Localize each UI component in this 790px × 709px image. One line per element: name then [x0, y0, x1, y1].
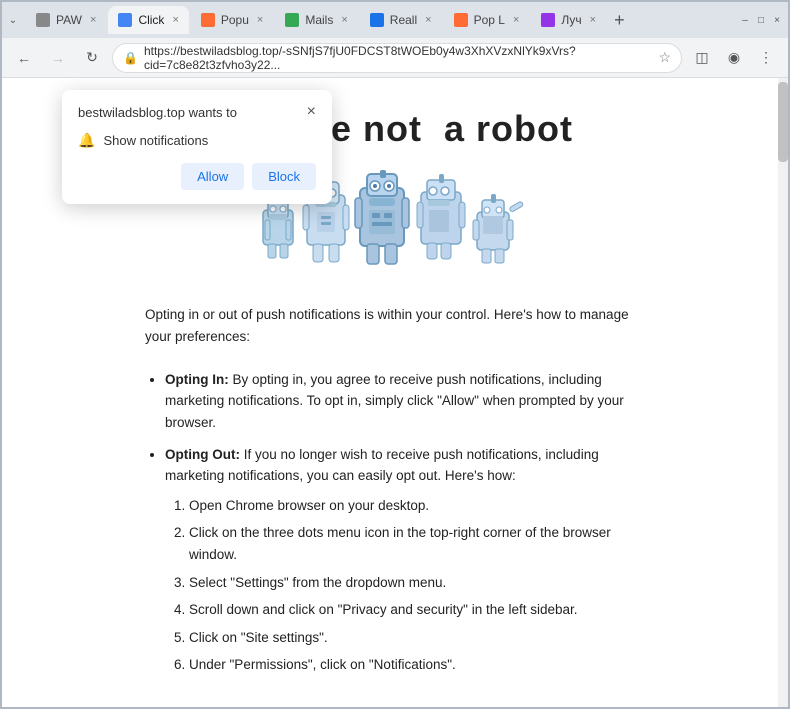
tab-favicon-luch — [541, 13, 555, 27]
tab-favicon-pop-l — [454, 13, 468, 27]
allow-button[interactable]: Allow — [181, 163, 244, 190]
tab-popu[interactable]: Popu × — [191, 6, 273, 34]
tab-reall[interactable]: Reall × — [360, 6, 442, 34]
step-1: Open Chrome browser on your desktop. — [189, 495, 645, 517]
back-button[interactable]: ← — [10, 44, 38, 72]
tab-close-popu[interactable]: × — [257, 14, 263, 26]
tab-favicon-mails — [285, 13, 299, 27]
tab-favicon-paw — [36, 13, 50, 27]
tab-close-pop-l[interactable]: × — [513, 14, 519, 26]
tab-label-paw: PAW — [56, 13, 82, 27]
popup-buttons: Allow Block — [78, 163, 316, 190]
close-window-button[interactable]: × — [770, 13, 784, 27]
tab-label-luch: Луч — [561, 13, 581, 27]
tab-label-mails: Mails — [305, 13, 333, 27]
tab-bar: ⌄ PAW × Click × Popu × Mails × Reall × — [2, 2, 788, 38]
opting-out-title: Opting Out: — [165, 447, 240, 462]
tab-mails[interactable]: Mails × — [275, 6, 357, 34]
tab-label-popu: Popu — [221, 13, 249, 27]
steps-list: Open Chrome browser on your desktop. Cli… — [165, 495, 645, 676]
toolbar: ← → ↻ 🔒 https://bestwiladsblog.top/-sSNf… — [2, 38, 788, 78]
lock-icon: 🔒 — [123, 51, 138, 65]
popup-close-button[interactable]: × — [307, 104, 316, 120]
minimize-button[interactable]: – — [738, 13, 752, 27]
tab-list-btn[interactable]: ⌄ — [6, 13, 20, 27]
step-6: Under "Permissions", click on "Notificat… — [189, 654, 645, 676]
tab-label-reall: Reall — [390, 13, 417, 27]
content-list: Opting In: By opting in, you agree to re… — [145, 369, 645, 676]
tab-click[interactable]: Click × — [108, 6, 188, 34]
tab-controls: ⌄ — [6, 13, 20, 27]
notification-label: Show notifications — [103, 133, 208, 148]
tab-favicon-click — [118, 13, 132, 27]
page-content: bestwiladsblog.top wants to × 🔔 Show not… — [2, 78, 788, 707]
intro-text: Opting in or out of push notifications i… — [145, 304, 645, 347]
tab-close-paw[interactable]: × — [90, 14, 96, 26]
bell-icon: 🔔 — [78, 132, 95, 149]
step-3: Select "Settings" from the dropdown menu… — [189, 572, 645, 594]
address-bar[interactable]: 🔒 https://bestwiladsblog.top/-sSNfjS7fjU… — [112, 43, 682, 73]
opting-out-item: Opting Out: If you no longer wish to rec… — [165, 444, 645, 676]
tab-close-reall[interactable]: × — [425, 14, 431, 26]
tab-label-click: Click — [138, 13, 164, 27]
bookmark-icon[interactable]: ☆ — [658, 49, 671, 66]
popup-notification-row: 🔔 Show notifications — [78, 132, 316, 149]
profile-button[interactable]: ◉ — [720, 44, 748, 72]
tab-paw[interactable]: PAW × — [26, 6, 106, 34]
tab-close-click[interactable]: × — [172, 14, 178, 26]
menu-button[interactable]: ⋮ — [752, 44, 780, 72]
opting-in-item: Opting In: By opting in, you agree to re… — [165, 369, 645, 434]
step-5: Click on "Site settings". — [189, 627, 645, 649]
opting-in-title: Opting In: — [165, 372, 229, 387]
reload-button[interactable]: ↻ — [78, 44, 106, 72]
tab-favicon-popu — [201, 13, 215, 27]
opting-in-text: By opting in, you agree to receive push … — [165, 372, 624, 430]
popup-header: bestwiladsblog.top wants to × — [78, 104, 316, 120]
block-button[interactable]: Block — [252, 163, 316, 190]
forward-button[interactable]: → — [44, 44, 72, 72]
toolbar-right: ◫ ◉ ⋮ — [688, 44, 780, 72]
tab-pop-l[interactable]: Pop L × — [444, 6, 530, 34]
browser-window: ⌄ PAW × Click × Popu × Mails × Reall × — [0, 0, 790, 709]
tab-label-pop-l: Pop L — [474, 13, 505, 27]
step-2: Click on the three dots menu icon in the… — [189, 522, 645, 565]
step-4: Scroll down and click on "Privacy and se… — [189, 599, 645, 621]
new-tab-button[interactable]: + — [608, 10, 631, 31]
split-screen-button[interactable]: ◫ — [688, 44, 716, 72]
tab-close-mails[interactable]: × — [341, 14, 347, 26]
notification-popup: bestwiladsblog.top wants to × 🔔 Show not… — [62, 90, 332, 204]
tab-luch[interactable]: Луч × — [531, 6, 606, 34]
restore-button[interactable]: □ — [754, 13, 768, 27]
content-body: Opting in or out of push notifications i… — [145, 304, 645, 686]
tab-favicon-reall — [370, 13, 384, 27]
popup-title: bestwiladsblog.top wants to — [78, 105, 237, 120]
address-text: https://bestwiladsblog.top/-sSNfjS7fjU0F… — [144, 44, 652, 72]
tab-close-luch[interactable]: × — [590, 14, 596, 26]
heading-line2: a robot — [444, 108, 573, 149]
